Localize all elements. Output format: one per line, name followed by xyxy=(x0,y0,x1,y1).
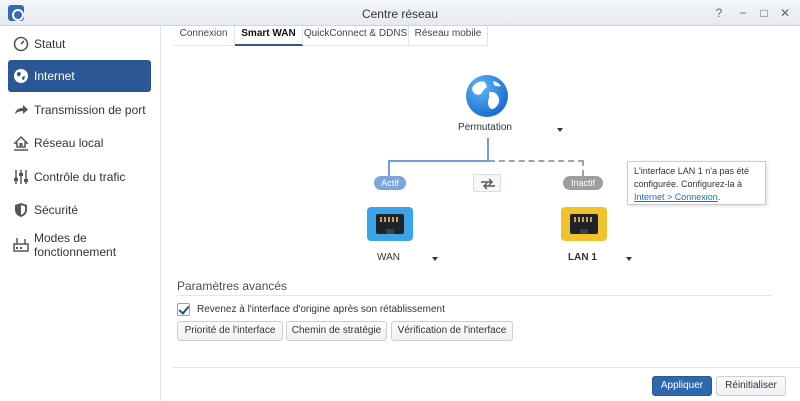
sidebar-item-security[interactable]: Sécurité xyxy=(8,194,151,226)
sidebar: Statut Internet Transmission de port Rés… xyxy=(0,26,161,401)
interface-check-button[interactable]: Vérification de l'interface xyxy=(391,321,513,341)
swap-arrows-icon xyxy=(481,178,495,190)
tab-bar: Connexion Smart WAN QuickConnect & DDNS … xyxy=(173,26,488,46)
sliders-icon xyxy=(14,170,28,184)
house-network-icon xyxy=(13,135,29,151)
sidebar-item-internet[interactable]: Internet xyxy=(8,60,151,92)
lan-dropdown-caret[interactable] xyxy=(626,257,632,261)
sidebar-item-label: Réseau local xyxy=(34,136,104,150)
footer-divider xyxy=(173,367,800,368)
globe-icon xyxy=(466,75,508,117)
mode-dropdown-caret[interactable] xyxy=(557,128,563,132)
connector-trunk xyxy=(487,138,489,162)
advanced-settings-title: Paramètres avancés xyxy=(177,279,288,293)
sidebar-item-label: Transmission de port xyxy=(34,103,146,117)
sidebar-item-traffic-control[interactable]: Contrôle du trafic xyxy=(8,161,151,193)
sidebar-item-label: Modes de fonctionnement xyxy=(34,231,117,259)
section-divider xyxy=(177,295,772,296)
globe-icon xyxy=(14,69,28,83)
gauge-icon xyxy=(13,36,29,52)
title-bar: Centre réseau ? − □ ✕ xyxy=(0,0,800,26)
wan-port-icon xyxy=(367,207,413,241)
tab-smart-wan[interactable]: Smart WAN xyxy=(235,26,303,46)
policy-route-button[interactable]: Chemin de stratégie xyxy=(286,321,387,341)
connector-left-v xyxy=(388,160,390,176)
interface-priority-button[interactable]: Priorité de l'interface xyxy=(177,321,283,341)
arrow-forward-icon xyxy=(15,105,28,114)
tab-connexion[interactable]: Connexion xyxy=(173,26,235,46)
connector-left-h xyxy=(388,160,489,162)
minimize-button[interactable]: − xyxy=(736,6,750,20)
sidebar-item-port-forwarding[interactable]: Transmission de port xyxy=(8,94,151,126)
reset-button[interactable]: Réinitialiser xyxy=(716,376,786,396)
tooltip-suffix: . xyxy=(717,192,721,202)
wan-dropdown-caret[interactable] xyxy=(432,257,438,261)
apply-button[interactable]: Appliquer xyxy=(652,376,712,396)
status-badge-active: Actif xyxy=(374,176,406,190)
modes-icon xyxy=(13,238,29,252)
shield-icon xyxy=(15,203,27,217)
lan-port-icon xyxy=(561,207,607,241)
tooltip: L'interface LAN 1 n'a pas été configurée… xyxy=(627,161,766,205)
revert-interface-checkbox[interactable] xyxy=(177,303,190,316)
close-button[interactable]: ✕ xyxy=(778,6,792,20)
internet-connexion-link[interactable]: Internet > Connexion xyxy=(634,192,718,202)
maximize-button[interactable]: □ xyxy=(757,6,771,20)
wan-label: WAN xyxy=(377,252,400,263)
switch-mode-label: Permutation xyxy=(458,122,512,133)
sidebar-item-operation-modes[interactable]: Modes de fonctionnement xyxy=(8,228,151,260)
tab-quickconnect-ddns[interactable]: QuickConnect & DDNS xyxy=(303,26,409,46)
swap-interfaces-button[interactable] xyxy=(473,174,501,192)
lan-label: LAN 1 xyxy=(568,252,597,263)
window-title: Centre réseau xyxy=(361,7,439,21)
sidebar-item-local-network[interactable]: Réseau local xyxy=(8,127,151,159)
sidebar-item-label: Sécurité xyxy=(34,203,79,217)
sidebar-item-label: Internet xyxy=(34,69,75,83)
sidebar-item-statut[interactable]: Statut xyxy=(8,28,151,60)
help-button[interactable]: ? xyxy=(712,6,726,20)
connector-right-v xyxy=(582,160,584,176)
status-badge-inactive: Inactif xyxy=(563,176,603,190)
tab-mobile-network[interactable]: Réseau mobile xyxy=(409,26,488,46)
sidebar-item-label: Statut xyxy=(34,37,66,51)
revert-interface-label: Revenez à l'interface d'origine après so… xyxy=(197,304,445,315)
tooltip-text: L'interface LAN 1 n'a pas été configurée… xyxy=(634,166,750,189)
connector-right-h xyxy=(489,160,584,162)
sidebar-item-label: Contrôle du trafic xyxy=(34,170,126,184)
